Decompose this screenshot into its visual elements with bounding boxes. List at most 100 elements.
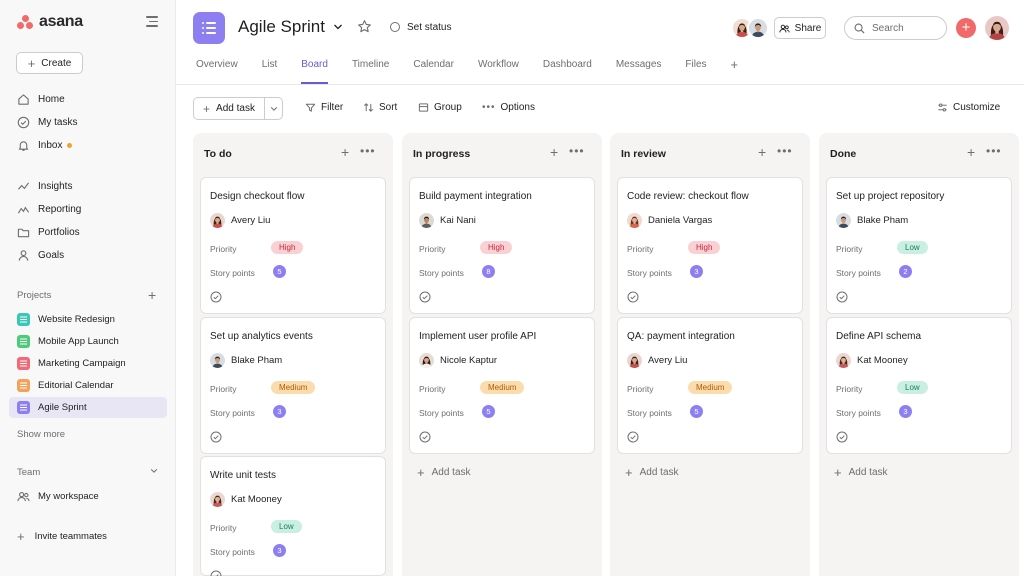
tab-workflow[interactable]: Workflow xyxy=(478,59,519,84)
task-card[interactable]: Design checkout flow Avery Liu Priority … xyxy=(200,177,386,314)
user-avatar[interactable] xyxy=(985,16,1009,40)
column-more-icon[interactable]: ••• xyxy=(360,145,376,157)
sidebar-item-goals[interactable]: Goals xyxy=(17,247,64,263)
story-points-badge[interactable]: 3 xyxy=(690,265,703,278)
sidebar-item-home[interactable]: Home xyxy=(17,91,65,107)
priority-badge[interactable]: High xyxy=(480,241,513,254)
task-card[interactable]: Implement user profile API Nicole Kaptur… xyxy=(409,317,595,454)
star-icon[interactable] xyxy=(357,19,372,34)
complete-check-icon[interactable] xyxy=(210,570,222,576)
sidebar-item-insights[interactable]: Insights xyxy=(17,178,72,194)
task-title[interactable]: Define API schema xyxy=(836,331,921,342)
show-more-link[interactable]: Show more xyxy=(17,429,65,440)
sidebar-project-agile-sprint[interactable]: Agile Sprint xyxy=(9,397,167,418)
task-assignee[interactable]: Nicole Kaptur xyxy=(419,353,497,368)
invite-teammates-button[interactable]: + Invite teammates xyxy=(17,529,107,544)
column-add-task-button[interactable]: + xyxy=(967,145,975,159)
sidebar-project-mobile-app-launch[interactable]: Mobile App Launch xyxy=(9,331,167,352)
task-card[interactable]: Build payment integration Kai Nani Prior… xyxy=(409,177,595,314)
complete-check-icon[interactable] xyxy=(627,291,639,303)
create-button[interactable]: + Create xyxy=(16,52,83,74)
add-task-button[interactable]: + Add task xyxy=(194,98,265,119)
story-points-badge[interactable]: 5 xyxy=(482,405,495,418)
column-add-task-link[interactable]: + Add task xyxy=(417,465,471,480)
priority-badge[interactable]: Low xyxy=(271,520,302,533)
add-project-button[interactable]: + xyxy=(148,288,156,302)
tab-list[interactable]: List xyxy=(262,59,278,84)
status-circle-icon[interactable] xyxy=(390,22,400,32)
column-add-task-link[interactable]: + Add task xyxy=(625,465,679,480)
story-points-badge[interactable]: 3 xyxy=(899,405,912,418)
set-status-button[interactable]: Set status xyxy=(407,22,451,33)
priority-badge[interactable]: Medium xyxy=(271,381,316,394)
task-title[interactable]: Build payment integration xyxy=(419,191,532,202)
priority-badge[interactable]: Medium xyxy=(688,381,733,394)
task-title[interactable]: Design checkout flow xyxy=(210,191,305,202)
task-title[interactable]: Implement user profile API xyxy=(419,331,536,342)
story-points-badge[interactable]: 5 xyxy=(690,405,703,418)
priority-badge[interactable]: High xyxy=(271,241,304,254)
task-assignee[interactable]: Kat Mooney xyxy=(836,353,908,368)
sidebar-project-website-redesign[interactable]: Website Redesign xyxy=(9,309,167,330)
task-assignee[interactable]: Blake Pham xyxy=(210,353,282,368)
sort-button[interactable]: Sort xyxy=(363,102,397,113)
task-assignee[interactable]: Kai Nani xyxy=(419,213,476,228)
sidebar-item-my-tasks[interactable]: My tasks xyxy=(17,114,77,130)
tab-overview[interactable]: Overview xyxy=(196,59,238,84)
task-title[interactable]: Code review: checkout flow xyxy=(627,191,749,202)
task-card[interactable]: Code review: checkout flow Daniela Varga… xyxy=(617,177,803,314)
column-more-icon[interactable]: ••• xyxy=(777,145,793,157)
chevron-down-icon[interactable] xyxy=(333,22,343,32)
complete-check-icon[interactable] xyxy=(210,291,222,303)
task-assignee[interactable]: Daniela Vargas xyxy=(627,213,712,228)
tab-board[interactable]: Board xyxy=(301,59,328,84)
tab-files[interactable]: Files xyxy=(685,59,706,84)
task-title[interactable]: Set up project repository xyxy=(836,191,944,202)
column-add-task-link[interactable]: + Add task xyxy=(834,465,888,480)
priority-badge[interactable]: Medium xyxy=(480,381,525,394)
chevron-down-icon[interactable] xyxy=(150,467,158,475)
task-title[interactable]: Set up analytics events xyxy=(210,331,313,342)
share-button[interactable]: Share xyxy=(774,17,826,39)
task-assignee[interactable]: Kat Mooney xyxy=(210,492,282,507)
task-assignee[interactable]: Avery Liu xyxy=(627,353,687,368)
task-assignee[interactable]: Blake Pham xyxy=(836,213,908,228)
add-tab-button[interactable]: + xyxy=(731,58,739,84)
complete-check-icon[interactable] xyxy=(836,431,848,443)
task-card[interactable]: Set up project repository Blake Pham Pri… xyxy=(826,177,1012,314)
sidebar-item-reporting[interactable]: Reporting xyxy=(17,201,81,217)
story-points-badge[interactable]: 8 xyxy=(482,265,495,278)
priority-badge[interactable]: High xyxy=(688,241,721,254)
sidebar-item-workspace[interactable]: My workspace xyxy=(17,490,99,503)
priority-badge[interactable]: Low xyxy=(897,241,928,254)
column-more-icon[interactable]: ••• xyxy=(569,145,585,157)
tab-calendar[interactable]: Calendar xyxy=(413,59,454,84)
complete-check-icon[interactable] xyxy=(210,431,222,443)
tab-timeline[interactable]: Timeline xyxy=(352,59,389,84)
sidebar-item-portfolios[interactable]: Portfolios xyxy=(17,224,80,240)
sidebar-item-inbox[interactable]: Inbox xyxy=(17,137,73,153)
task-title[interactable]: Write unit tests xyxy=(210,470,276,481)
options-button[interactable]: ••• Options xyxy=(482,102,535,113)
story-points-badge[interactable]: 3 xyxy=(273,405,286,418)
complete-check-icon[interactable] xyxy=(627,431,639,443)
filter-button[interactable]: Filter xyxy=(305,102,343,113)
complete-check-icon[interactable] xyxy=(836,291,848,303)
group-button[interactable]: Group xyxy=(418,102,462,113)
customize-button[interactable]: Customize xyxy=(937,102,1000,113)
project-icon[interactable] xyxy=(193,12,225,44)
story-points-badge[interactable]: 2 xyxy=(899,265,912,278)
task-card[interactable]: Write unit tests Kat Mooney Priority Low… xyxy=(200,456,386,576)
complete-check-icon[interactable] xyxy=(419,431,431,443)
add-task-dropdown[interactable] xyxy=(265,98,282,119)
project-members[interactable] xyxy=(731,17,769,39)
column-more-icon[interactable]: ••• xyxy=(986,145,1002,157)
column-add-task-button[interactable]: + xyxy=(341,145,349,159)
priority-badge[interactable]: Low xyxy=(897,381,928,394)
sidebar-toggle-icon[interactable] xyxy=(146,16,160,28)
tab-messages[interactable]: Messages xyxy=(616,59,662,84)
column-add-task-button[interactable]: + xyxy=(758,145,766,159)
quick-add-button[interactable]: + xyxy=(956,18,976,38)
story-points-badge[interactable]: 3 xyxy=(273,544,286,557)
task-card[interactable]: Define API schema Kat Mooney Priority Lo… xyxy=(826,317,1012,454)
